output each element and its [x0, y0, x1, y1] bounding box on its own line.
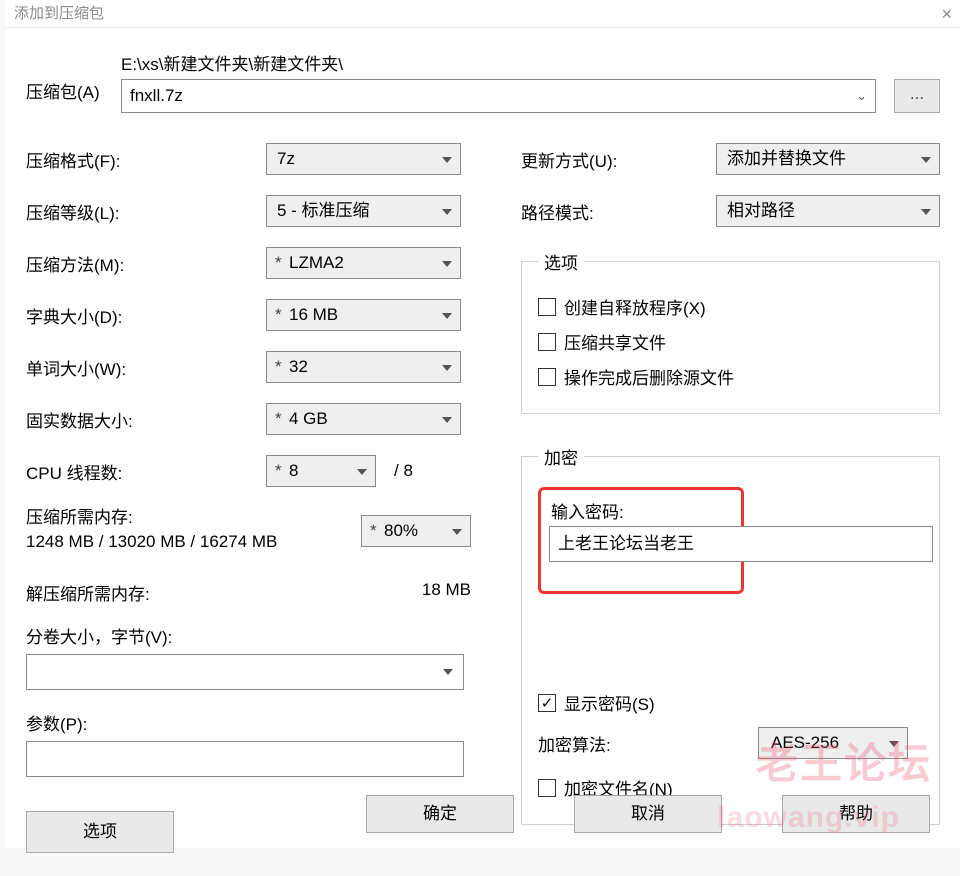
archive-label: 压缩包(A)	[26, 50, 121, 103]
method-select[interactable]: LZMA2	[266, 247, 461, 279]
delete-checkbox[interactable]	[538, 368, 556, 386]
mem-compress-label: 压缩所需内存:	[26, 503, 361, 528]
mem-decompress-value: 18 MB	[422, 580, 471, 605]
mem-percent-select[interactable]: 80%	[361, 515, 471, 547]
archive-path: E:\xs\新建文件夹\新建文件夹\	[121, 50, 940, 75]
update-label: 更新方式(U):	[521, 147, 716, 172]
watermark-text: 老王论坛	[756, 730, 932, 791]
pathmode-label: 路径模式:	[521, 199, 716, 224]
left-column: 压缩格式(F): 7z 压缩等级(L): 5 - 标准压缩 压缩方法(M): L…	[26, 133, 471, 853]
close-icon[interactable]: ×	[941, 0, 952, 28]
dict-label: 字典大小(D):	[26, 303, 266, 328]
split-label: 分卷大小，字节(V):	[26, 623, 471, 648]
cancel-button[interactable]: 取消	[574, 795, 722, 833]
threads-select[interactable]: 8	[266, 455, 376, 487]
show-password-label: 显示密码(S)	[564, 690, 655, 715]
ok-button[interactable]: 确定	[366, 795, 514, 833]
password-input[interactable]: 上老王论坛当老王	[549, 526, 933, 562]
params-input[interactable]	[26, 741, 464, 777]
password-label: 输入密码:	[551, 498, 731, 523]
threads-max: / 8	[394, 461, 413, 481]
chevron-down-icon: ⌄	[856, 88, 867, 104]
format-label: 压缩格式(F):	[26, 147, 266, 172]
word-label: 单词大小(W):	[26, 355, 266, 380]
params-label: 参数(P):	[26, 710, 471, 735]
content-area: 压缩包(A) E:\xs\新建文件夹\新建文件夹\ ⌄ fnxll.7z ...…	[6, 28, 960, 853]
level-select[interactable]: 5 - 标准压缩	[266, 195, 461, 227]
method-label: 压缩方法(M):	[26, 251, 266, 276]
archive-filename: fnxll.7z	[130, 86, 183, 105]
dict-select[interactable]: 16 MB	[266, 299, 461, 331]
dialog-window: 添加到压缩包 × 压缩包(A) E:\xs\新建文件夹\新建文件夹\ ⌄ fnx…	[6, 0, 960, 848]
mem-decompress-label: 解压缩所需内存:	[26, 580, 150, 605]
delete-label: 操作完成后删除源文件	[564, 364, 734, 389]
window-title: 添加到压缩包	[14, 5, 104, 22]
threads-label: CPU 线程数:	[26, 459, 266, 484]
format-select[interactable]: 7z	[266, 143, 461, 175]
show-password-checkbox[interactable]: ✓	[538, 694, 556, 712]
update-select[interactable]: 添加并替换文件	[716, 143, 940, 175]
word-select[interactable]: 32	[266, 351, 461, 383]
shared-checkbox[interactable]	[538, 333, 556, 351]
archive-filename-select[interactable]: ⌄ fnxll.7z	[121, 79, 876, 113]
encrypt-names-checkbox[interactable]	[538, 779, 556, 797]
mem-compress-value: 1248 MB / 13020 MB / 16274 MB	[26, 532, 361, 552]
browse-button[interactable]: ...	[894, 79, 940, 113]
algorithm-label: 加密算法:	[538, 731, 758, 756]
sfx-label: 创建自释放程序(X)	[564, 294, 706, 319]
pathmode-select[interactable]: 相对路径	[716, 195, 940, 227]
level-label: 压缩等级(L):	[26, 199, 266, 224]
options-group: 选项 创建自释放程序(X) 压缩共享文件 操作完成后删除源文件	[521, 249, 940, 414]
shared-label: 压缩共享文件	[564, 329, 666, 354]
split-select[interactable]	[26, 654, 464, 690]
encrypt-legend: 加密	[538, 444, 584, 469]
title-bar: 添加到压缩包 ×	[6, 0, 960, 28]
watermark-url: laowang.vip	[717, 801, 900, 835]
solid-select[interactable]: 4 GB	[266, 403, 461, 435]
sfx-checkbox[interactable]	[538, 298, 556, 316]
password-highlight: 输入密码: 上老王论坛当老王	[538, 487, 744, 594]
options-legend: 选项	[538, 249, 584, 274]
solid-label: 固实数据大小:	[26, 407, 266, 432]
